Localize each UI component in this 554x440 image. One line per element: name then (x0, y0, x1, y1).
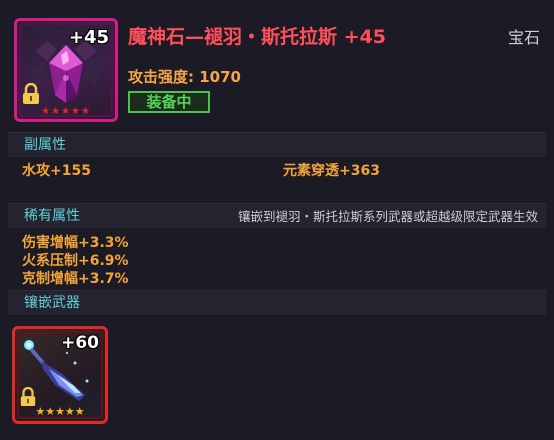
rare-activation-note: 镶嵌到褪羽・斯托拉斯系列武器或超越级限定武器生效 (237, 209, 538, 224)
equipped-badge: 装备中 (128, 91, 210, 113)
weapon-star-rating: ★★★★★ (35, 405, 85, 418)
socketed-weapon-slot[interactable]: +60 ★★★★★ (12, 326, 108, 424)
attack-strength: 攻击强度: 1070 (128, 68, 241, 86)
weapon-level-label: +60 (61, 333, 99, 353)
secondary-attr-left: 水攻+155 (22, 163, 91, 179)
rare-attributes-header: 稀有属性 镶嵌到褪羽・斯托拉斯系列武器或超越级限定武器生效 (8, 203, 546, 228)
rare-attr-1: 伤害增幅+3.3% (22, 235, 129, 251)
rare-attr-3: 克制增幅+3.7% (22, 271, 129, 287)
socket-weapon-header: 镶嵌武器 (8, 290, 546, 315)
rare-header-label: 稀有属性 (24, 208, 80, 224)
gem-star-rating: ★★★★★ (41, 106, 91, 117)
item-tooltip: +45 ★★★★★ 魔神石—褪羽・斯托拉斯 +45 宝石 攻击强度: 1070 … (0, 0, 554, 440)
socket-header-label: 镶嵌武器 (24, 295, 80, 311)
weapon-lock-icon (20, 387, 36, 406)
item-title: 魔神石—褪羽・斯托拉斯 +45 (128, 26, 386, 48)
gem-level-label: +45 (68, 27, 109, 48)
lock-icon (23, 83, 39, 104)
secondary-attr-right: 元素穿透+363 (283, 163, 380, 179)
item-category: 宝石 (507, 28, 540, 47)
gem-item-icon[interactable]: +45 ★★★★★ (14, 18, 118, 122)
secondary-header-label: 副属性 (24, 137, 66, 153)
secondary-attributes-header: 副属性 (8, 132, 546, 157)
rare-attr-2: 火系压制+6.9% (22, 253, 129, 269)
